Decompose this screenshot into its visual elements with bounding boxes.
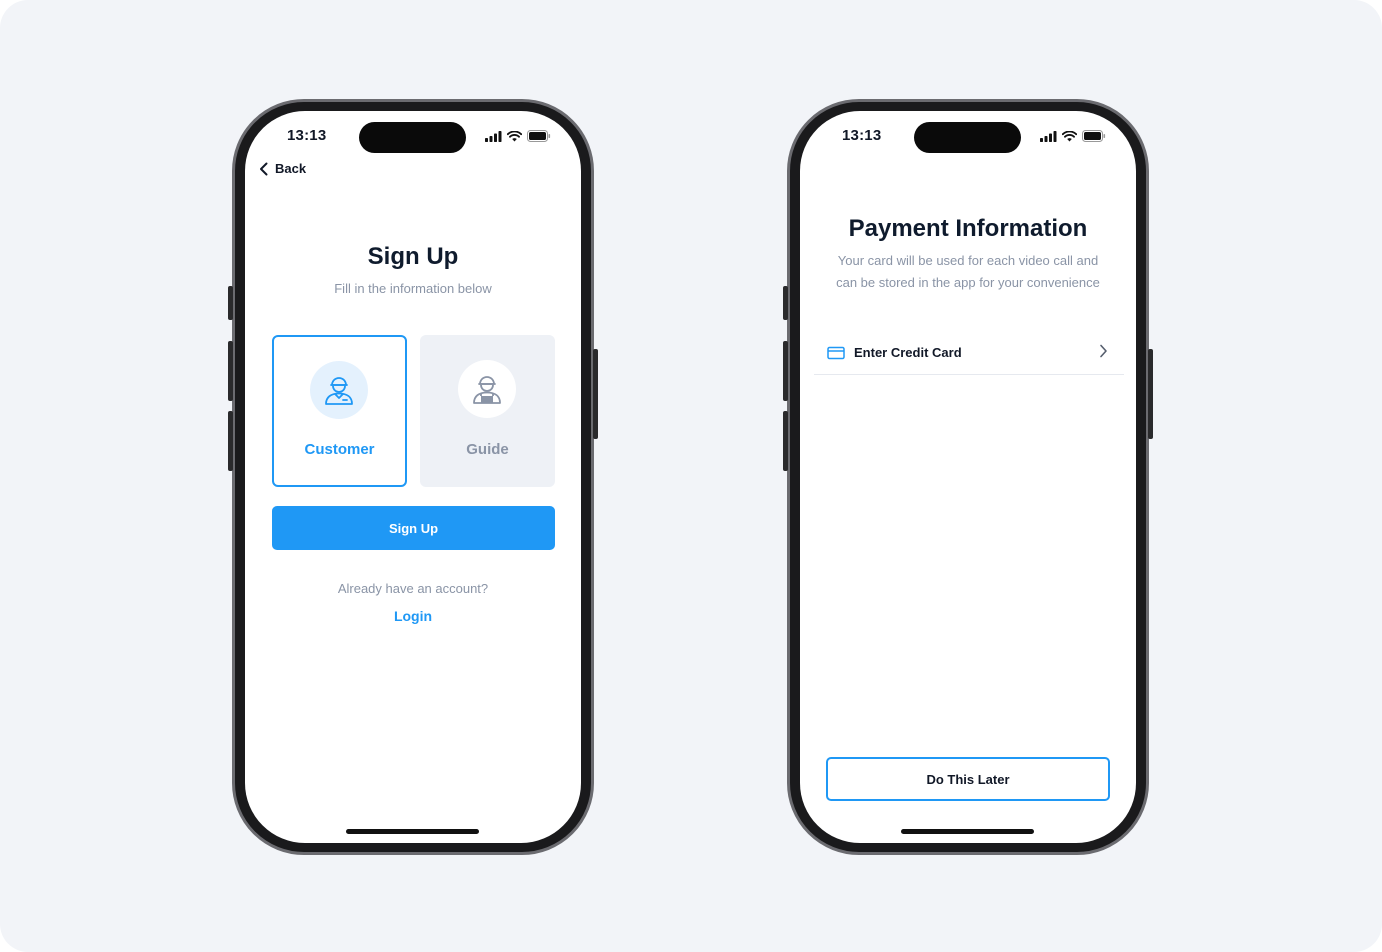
- volume-up-button: [228, 341, 233, 401]
- silent-switch: [783, 286, 788, 320]
- power-button: [593, 349, 598, 439]
- chevron-right-icon: [1100, 344, 1107, 358]
- page-subtitle-line-2: can be stored in the app for your conven…: [836, 275, 1100, 290]
- dynamic-island: [359, 122, 466, 153]
- home-indicator[interactable]: [901, 829, 1034, 834]
- already-account-text: Already have an account?: [337, 581, 489, 596]
- silent-switch: [228, 286, 233, 320]
- volume-up-button: [783, 341, 788, 401]
- role-label-customer: Customer: [304, 441, 375, 458]
- battery-icon: [1082, 130, 1106, 142]
- guide-avatar: [458, 360, 516, 418]
- wifi-icon: [507, 130, 522, 141]
- phone-signup: 13:13 Back Sign Up Fill in the informati…: [228, 99, 598, 855]
- signup-button[interactable]: Sign Up: [272, 506, 555, 550]
- credit-card-icon: [827, 346, 845, 360]
- card-row-label: Enter Credit Card: [854, 345, 962, 360]
- page-subtitle: Fill in the information below: [334, 281, 492, 296]
- phone-payment: 13:13 Payment Information Your card will…: [783, 99, 1153, 855]
- battery-icon: [527, 130, 551, 142]
- page-title: Sign Up: [367, 243, 459, 270]
- payment-screen: 13:13 Payment Information Your card will…: [800, 111, 1136, 843]
- role-label-guide: Guide: [466, 441, 509, 458]
- power-button: [1148, 349, 1153, 439]
- page-title: Payment Information: [848, 215, 1088, 242]
- signal-icon: [1040, 130, 1057, 142]
- volume-down-button: [228, 411, 233, 471]
- worker-icon: [473, 376, 501, 404]
- wifi-icon: [1062, 130, 1077, 141]
- customer-avatar: [310, 361, 368, 419]
- canvas-background: 13:13 Back Sign Up Fill in the informati…: [0, 0, 1382, 952]
- role-card-guide[interactable]: Guide: [420, 335, 555, 487]
- chevron-left-icon: [260, 162, 268, 175]
- do-this-later-button[interactable]: Do This Later: [826, 757, 1110, 801]
- status-icons: [485, 129, 551, 143]
- login-link[interactable]: Login: [245, 608, 581, 624]
- dynamic-island: [914, 122, 1021, 153]
- role-card-customer[interactable]: Customer: [272, 335, 407, 487]
- signal-icon: [485, 130, 502, 142]
- page-subtitle-line-1: Your card will be used for each video ca…: [837, 253, 1099, 268]
- volume-down-button: [783, 411, 788, 471]
- status-icons: [1040, 129, 1106, 143]
- status-time: 13:13: [287, 127, 327, 144]
- home-indicator[interactable]: [346, 829, 479, 834]
- back-label: Back: [275, 161, 307, 176]
- person-icon: [325, 377, 353, 405]
- enter-credit-card-row[interactable]: Enter Credit Card: [814, 331, 1124, 375]
- signup-screen: 13:13 Back Sign Up Fill in the informati…: [245, 111, 581, 843]
- back-button[interactable]: Back: [259, 161, 306, 176]
- status-time: 13:13: [842, 127, 882, 144]
